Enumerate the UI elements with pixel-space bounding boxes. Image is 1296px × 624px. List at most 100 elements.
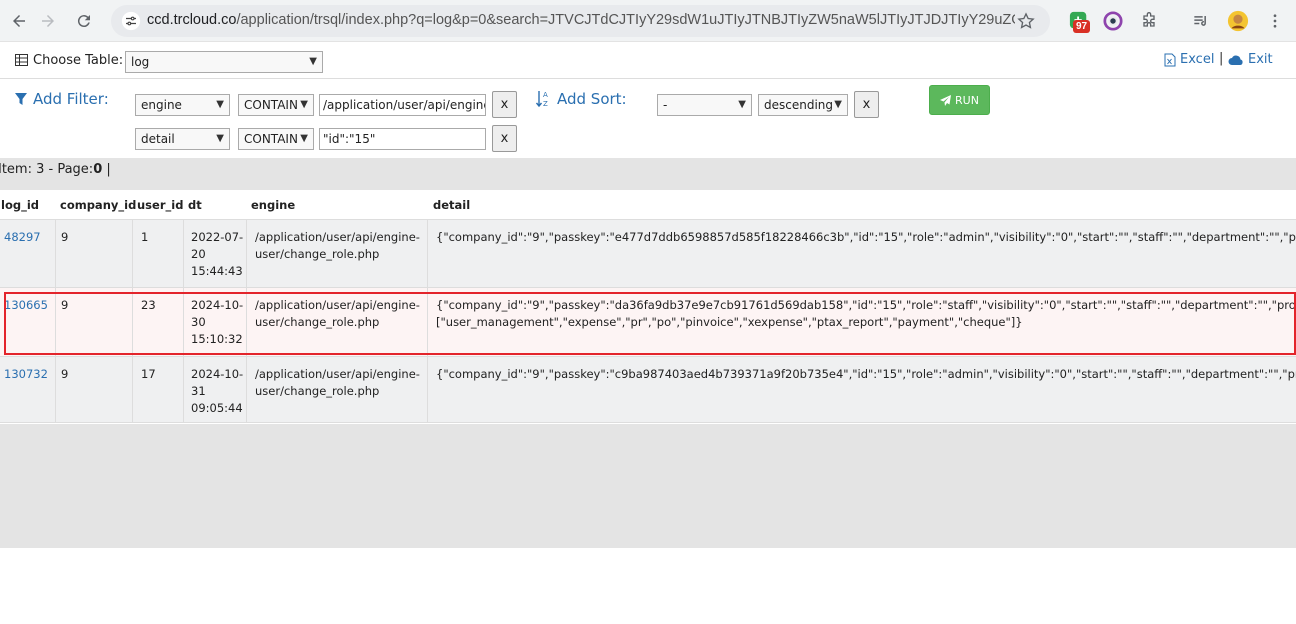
engine-cell: /application/user/api/engine-user/change… [247, 220, 428, 287]
detail-cell: {"company_id":"9","passkey":"da36fa9db37… [428, 288, 1296, 356]
log-id-link[interactable]: 130665 [4, 298, 48, 312]
add-sort-button[interactable]: AZ Add Sort: [536, 90, 627, 108]
log-id-link[interactable]: 48297 [4, 230, 41, 244]
company-id-cell: 9 [56, 288, 133, 356]
column-header-company-id[interactable]: company_id [56, 190, 136, 219]
add-filter-label: Add Filter: [33, 90, 109, 108]
chevron-down-icon: ▼ [300, 133, 308, 144]
excel-file-icon [1164, 53, 1176, 66]
exit-label: Exit [1248, 52, 1273, 67]
company-id-cell: 9 [56, 357, 133, 422]
paper-plane-icon [940, 94, 952, 106]
filter-2-value-text: "id":"15" [323, 132, 376, 146]
chevron-down-icon: ▼ [300, 99, 308, 110]
profile-avatar-icon[interactable] [1227, 10, 1249, 32]
sort-icon: AZ [536, 91, 548, 108]
filter-2-column-value: detail [141, 132, 175, 146]
user-id-cell: 1 [133, 220, 184, 287]
table-row: 48297 9 1 2022-07-20 15:44:43 /applicati… [0, 220, 1296, 288]
detail-cell: {"company_id":"9","passkey":"e477d7ddb65… [436, 230, 1296, 244]
detail-line-2: ["user_management","expense","pr","po","… [436, 315, 1023, 329]
log-id-cell: 130732 [0, 357, 56, 422]
color-picker-extension-icon[interactable] [1102, 10, 1124, 32]
page-number: 0 [93, 162, 103, 177]
column-header-user-id[interactable]: user_id [133, 190, 184, 219]
exit-link[interactable]: Exit [1228, 52, 1273, 67]
log-id-cell: 130665 [0, 288, 56, 356]
url-path: /application/trsql/index.php?q=log&p=0&s… [236, 12, 1015, 28]
add-sort-label: Add Sort: [557, 90, 627, 108]
sort-column-value: - [663, 98, 668, 112]
filter-2-value-input[interactable]: "id":"15" [319, 128, 486, 150]
dt-cell: 2022-07-20 15:44:43 [184, 220, 247, 287]
svg-text:A: A [543, 91, 548, 99]
table-row-selected: 130665 9 23 2024-10-30 15:10:32 /applica… [0, 288, 1296, 357]
extension-badge: 97 [1073, 20, 1091, 33]
url-host: ccd.trcloud.co [147, 12, 237, 28]
sort-remove-button[interactable]: x [854, 91, 879, 118]
table-chooser-bar: Choose Table: log ▼ Excel | Exit [0, 43, 1296, 79]
filter-2-condition-select[interactable]: CONTAIN ▼ [238, 128, 314, 150]
detail-line-1: {"company_id":"9","passkey":"da36fa9db37… [436, 298, 1296, 312]
info-separator: | [102, 162, 111, 177]
browser-toolbar: ccd.trcloud.co/application/trsql/index.p… [0, 0, 1296, 42]
filter-funnel-icon [15, 92, 27, 105]
reload-icon[interactable] [72, 9, 96, 33]
filter-1-remove-button[interactable]: x [492, 91, 517, 118]
company-id-cell: 9 [56, 220, 133, 287]
excel-export-link[interactable]: Excel [1164, 52, 1214, 67]
column-header-log-id[interactable]: log_id [0, 190, 56, 219]
column-header-engine[interactable]: engine [247, 190, 428, 219]
engine-cell: /application/user/api/engine-user/change… [247, 357, 428, 422]
detail-cell: {"company_id":"9","passkey":"c9ba987403a… [436, 367, 1296, 381]
filter-1-column-select[interactable]: engine ▼ [135, 94, 230, 116]
media-playlist-icon[interactable] [1190, 10, 1212, 32]
extensions-puzzle-icon[interactable] [1138, 10, 1160, 32]
column-header-detail[interactable]: detail [428, 190, 1296, 219]
engine-cell: /application/user/api/engine-user/change… [247, 288, 428, 356]
svg-text:Z: Z [543, 100, 548, 108]
table-icon [15, 54, 28, 66]
bookmark-star-icon[interactable] [1016, 11, 1036, 31]
filter-panel: Add Filter: engine ▼ CONTAIN ▼ /applicat… [0, 80, 1293, 158]
result-info-bar: Item: 3 - Page:0 | [0, 158, 1296, 190]
chevron-down-icon: ▼ [309, 56, 317, 67]
empty-area [0, 424, 1296, 548]
table-select[interactable]: log ▼ [125, 51, 323, 73]
log-id-link[interactable]: 130732 [4, 367, 48, 381]
filter-1-column-value: engine [141, 98, 182, 112]
filter-1-condition-select[interactable]: CONTAIN ▼ [238, 94, 314, 116]
url-text: ccd.trcloud.co/application/trsql/index.p… [147, 12, 1015, 28]
filter-2-condition-value: CONTAIN [244, 132, 298, 146]
chevron-down-icon: ▼ [834, 99, 842, 110]
sort-column-select[interactable]: - ▼ [657, 94, 752, 116]
filter-2-column-select[interactable]: detail ▼ [135, 128, 230, 150]
site-info-icon[interactable] [121, 11, 141, 31]
filter-2-remove-button[interactable]: x [492, 125, 517, 152]
table-row: 130732 9 17 2024-10-31 09:05:44 /applica… [0, 357, 1296, 423]
table-header-row: log_id company_id user_id dt engine deta… [0, 190, 1296, 220]
filter-1-value-input[interactable]: /application/user/api/engine-user/change… [319, 94, 486, 116]
run-button[interactable]: RUN [929, 85, 990, 115]
back-icon[interactable] [7, 9, 31, 33]
chevron-down-icon: ▼ [738, 99, 746, 110]
forward-icon[interactable] [36, 9, 60, 33]
dt-cell: 2024-10-30 15:10:32 [184, 288, 247, 356]
item-count-text: Item: 3 - Page: [0, 162, 94, 177]
log-id-cell: 48297 [0, 220, 56, 287]
dt-cell: 2024-10-31 09:05:44 [184, 357, 247, 422]
filter-1-condition-value: CONTAIN [244, 98, 298, 112]
filter-1-value-text: /application/user/api/engine-user/change… [323, 98, 485, 112]
sort-direction-select[interactable]: descending ▼ [758, 94, 848, 116]
address-bar[interactable]: ccd.trcloud.co/application/trsql/index.p… [111, 5, 1050, 37]
chevron-down-icon: ▼ [216, 133, 224, 144]
user-id-cell: 23 [133, 288, 184, 356]
result-info: Item: 3 - Page:0 | [0, 162, 111, 177]
sort-direction-value: descending [764, 98, 834, 112]
table-select-value: log [131, 55, 150, 69]
user-id-cell: 17 [133, 357, 184, 422]
browser-menu-icon[interactable] [1264, 10, 1286, 32]
result-table: log_id company_id user_id dt engine deta… [0, 190, 1296, 423]
add-filter-button[interactable]: Add Filter: [15, 90, 109, 108]
column-header-dt[interactable]: dt [184, 190, 247, 219]
